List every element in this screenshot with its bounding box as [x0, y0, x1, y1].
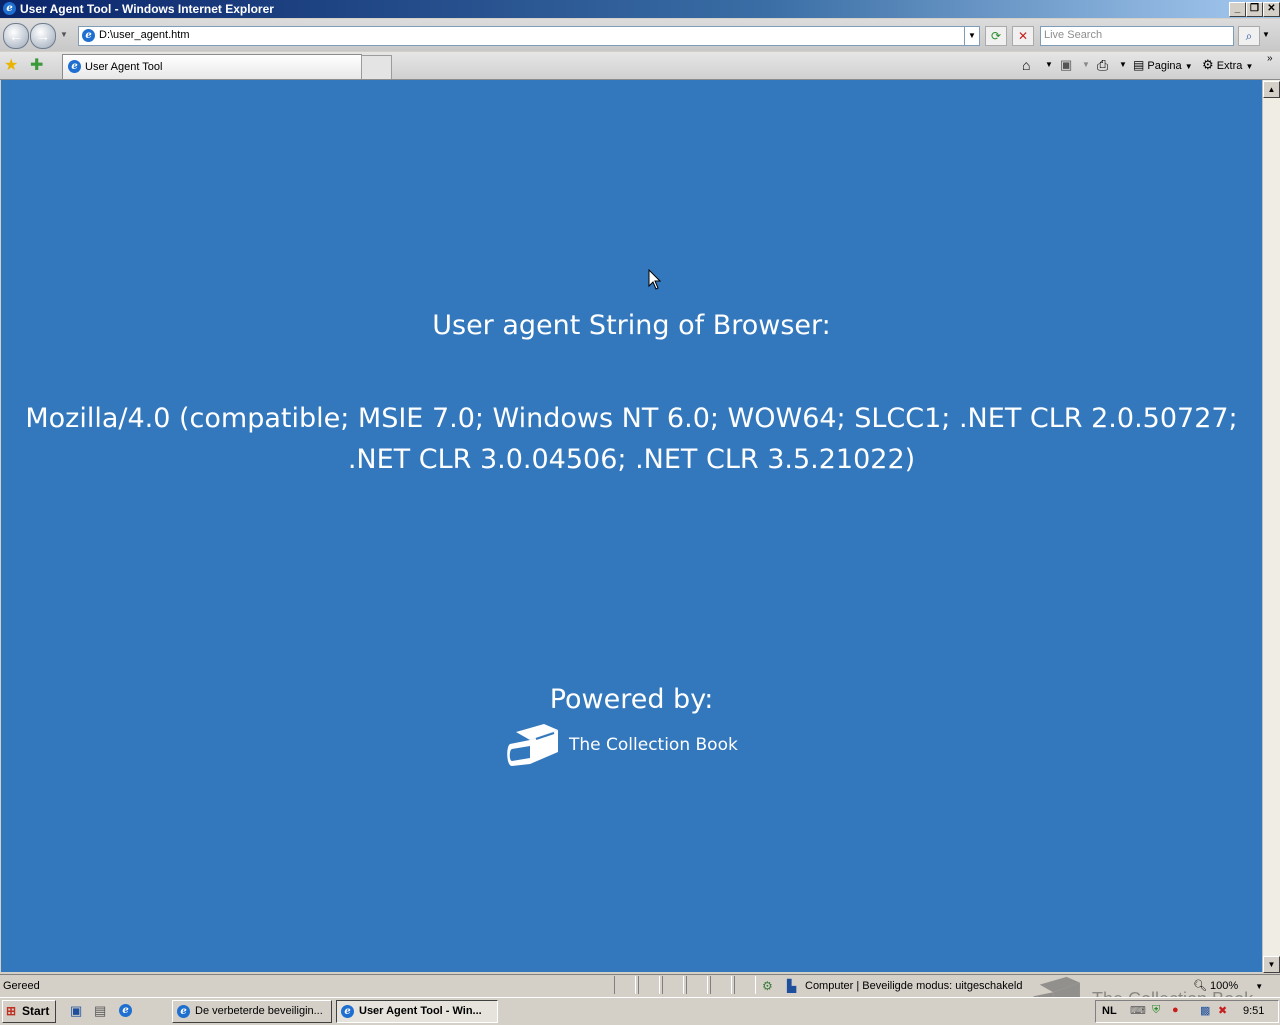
home-dropdown-icon[interactable]: ▼ [1045, 57, 1053, 73]
close-window-button[interactable]: ✕ [1263, 2, 1280, 17]
address-dropdown-icon[interactable]: ▼ [964, 27, 979, 45]
alert-icon[interactable]: ● [1172, 1004, 1179, 1016]
status-text: Gereed [3, 980, 40, 992]
ie-task-icon: e [177, 1005, 190, 1018]
stop-icon: ✕ [1017, 29, 1029, 43]
system-tray: NL ⌨ ⛨ ● ▩ ✖ 9:51 [1095, 1000, 1279, 1023]
gear-icon: ⚙ [1202, 57, 1214, 72]
scroll-up-arrow-icon[interactable]: ▲ [1263, 81, 1280, 98]
print-dropdown-icon[interactable]: ▼ [1119, 57, 1127, 73]
add-favorite-icon[interactable]: ✚ [30, 55, 43, 75]
stop-button[interactable]: ✕ [1012, 26, 1034, 46]
refresh-icon: ⟳ [990, 29, 1002, 43]
security-zone-text[interactable]: Computer | Beveiligde modus: uitgeschake… [805, 980, 1022, 992]
status-pane [662, 976, 684, 994]
user-agent-string: Mozilla/4.0 (compatible; MSIE 7.0; Windo… [25, 403, 1238, 475]
taskbar-button-label: De verbeterde beveiligin... [195, 1005, 323, 1017]
taskbar-button-security[interactable]: e De verbeterde beveiligin... [172, 1000, 332, 1023]
refresh-button[interactable]: ⟳ [985, 26, 1007, 46]
brand-link[interactable]: The Collection Book [506, 722, 738, 770]
zoom-level: 100% [1210, 980, 1239, 992]
forward-button[interactable]: → [30, 23, 56, 49]
ie-quicklaunch-icon[interactable]: e [119, 1004, 132, 1017]
minimize-button[interactable]: _ [1229, 2, 1246, 17]
powered-by-label: Powered by: [549, 684, 714, 715]
tools-menu-dropdown-icon: ▼ [1245, 62, 1254, 71]
network-icon[interactable]: ▩ [1200, 1004, 1210, 1017]
computer-zone-icon: ▙ [787, 979, 797, 993]
window-title: User Agent Tool - Windows Internet Explo… [20, 2, 274, 16]
restore-button[interactable]: ❐ [1246, 2, 1263, 17]
page-icon: ▤ [1133, 58, 1145, 72]
new-tab-button[interactable] [361, 55, 392, 79]
favorites-star-icon[interactable]: ★ [4, 55, 18, 75]
search-button[interactable]: ⌕ [1238, 26, 1260, 46]
feeds-icon[interactable]: ▣ [1060, 57, 1072, 73]
print-icon[interactable]: ⎙ [1097, 57, 1108, 73]
show-desktop-icon[interactable]: ▣ [70, 1003, 82, 1019]
keyboard-icon[interactable]: ⌨ [1130, 1004, 1146, 1017]
page-menu-button[interactable]: ▤ Pagina ▼ [1133, 57, 1193, 73]
windows-logo-icon: ⊞ [6, 1004, 17, 1018]
ie-task-icon: e [341, 1005, 354, 1018]
address-field[interactable]: e D:\user_agent.htm ▼ [78, 26, 980, 46]
back-arrow-icon: ← [9, 28, 23, 44]
status-pane [638, 976, 660, 994]
tab-label: User Agent Tool [85, 61, 163, 73]
book-logo-icon [507, 724, 558, 766]
tools-menu-button[interactable]: ⚙ Extra ▼ [1202, 57, 1253, 73]
tab-user-agent-tool[interactable]: e User Agent Tool [62, 54, 362, 79]
zoom-control[interactable]: 🔍︎ 100% ▼ [1193, 979, 1263, 992]
taskbar-button-user-agent-tool[interactable]: e User Agent Tool - Win... [336, 1000, 498, 1023]
switch-windows-icon[interactable]: ▤ [94, 1003, 106, 1019]
window-title-bar[interactable]: e User Agent Tool - Windows Internet Exp… [0, 0, 1280, 18]
address-url: D:\user_agent.htm [99, 29, 190, 41]
protected-mode-icon[interactable]: ⚙ [762, 979, 773, 993]
forward-arrow-icon: → [36, 28, 50, 44]
ie-app-icon: e [3, 2, 16, 15]
zoom-dropdown-icon: ▼ [1255, 982, 1264, 991]
language-indicator[interactable]: NL [1102, 1005, 1117, 1017]
recent-pages-dropdown-icon[interactable]: ▼ [60, 30, 68, 39]
tab-page-icon: e [68, 60, 81, 73]
page-menu-label: Pagina [1147, 60, 1182, 72]
volume-muted-icon[interactable]: ✖ [1218, 1004, 1227, 1017]
status-pane [734, 976, 756, 994]
status-pane [710, 976, 732, 994]
feeds-dropdown-icon[interactable]: ▼ [1082, 57, 1090, 73]
page-heading: User agent String of Browser: [432, 310, 831, 341]
search-options-dropdown-icon[interactable]: ▼ [1262, 30, 1270, 39]
search-icon: ⌕ [1245, 29, 1253, 43]
mouse-cursor-icon [648, 269, 662, 290]
status-pane [614, 976, 636, 994]
back-button[interactable]: ← [3, 23, 29, 49]
start-label: Start [22, 1004, 50, 1018]
security-shield-icon[interactable]: ⛨ [1152, 1004, 1160, 1017]
tools-menu-label: Extra [1216, 60, 1243, 72]
toolbar-overflow-icon[interactable]: » [1267, 53, 1273, 64]
brand-name: The Collection Book [569, 735, 738, 755]
zoom-icon: 🔍︎ [1193, 980, 1207, 992]
vertical-scrollbar[interactable] [1262, 80, 1280, 972]
home-icon[interactable]: ⌂ [1022, 57, 1030, 73]
clock[interactable]: 9:51 [1243, 1005, 1264, 1017]
page-menu-dropdown-icon: ▼ [1184, 62, 1193, 71]
page-content: User agent String of Browser: Mozilla/4.… [1, 80, 1262, 972]
search-placeholder: Live Search [1044, 29, 1103, 41]
search-field[interactable]: Live Search [1040, 26, 1234, 46]
start-button[interactable]: ⊞ Start [2, 1000, 56, 1023]
scroll-down-arrow-icon[interactable]: ▼ [1263, 956, 1280, 973]
page-icon: e [82, 29, 95, 42]
status-pane [686, 976, 708, 994]
taskbar-button-label: User Agent Tool - Win... [359, 1005, 482, 1017]
